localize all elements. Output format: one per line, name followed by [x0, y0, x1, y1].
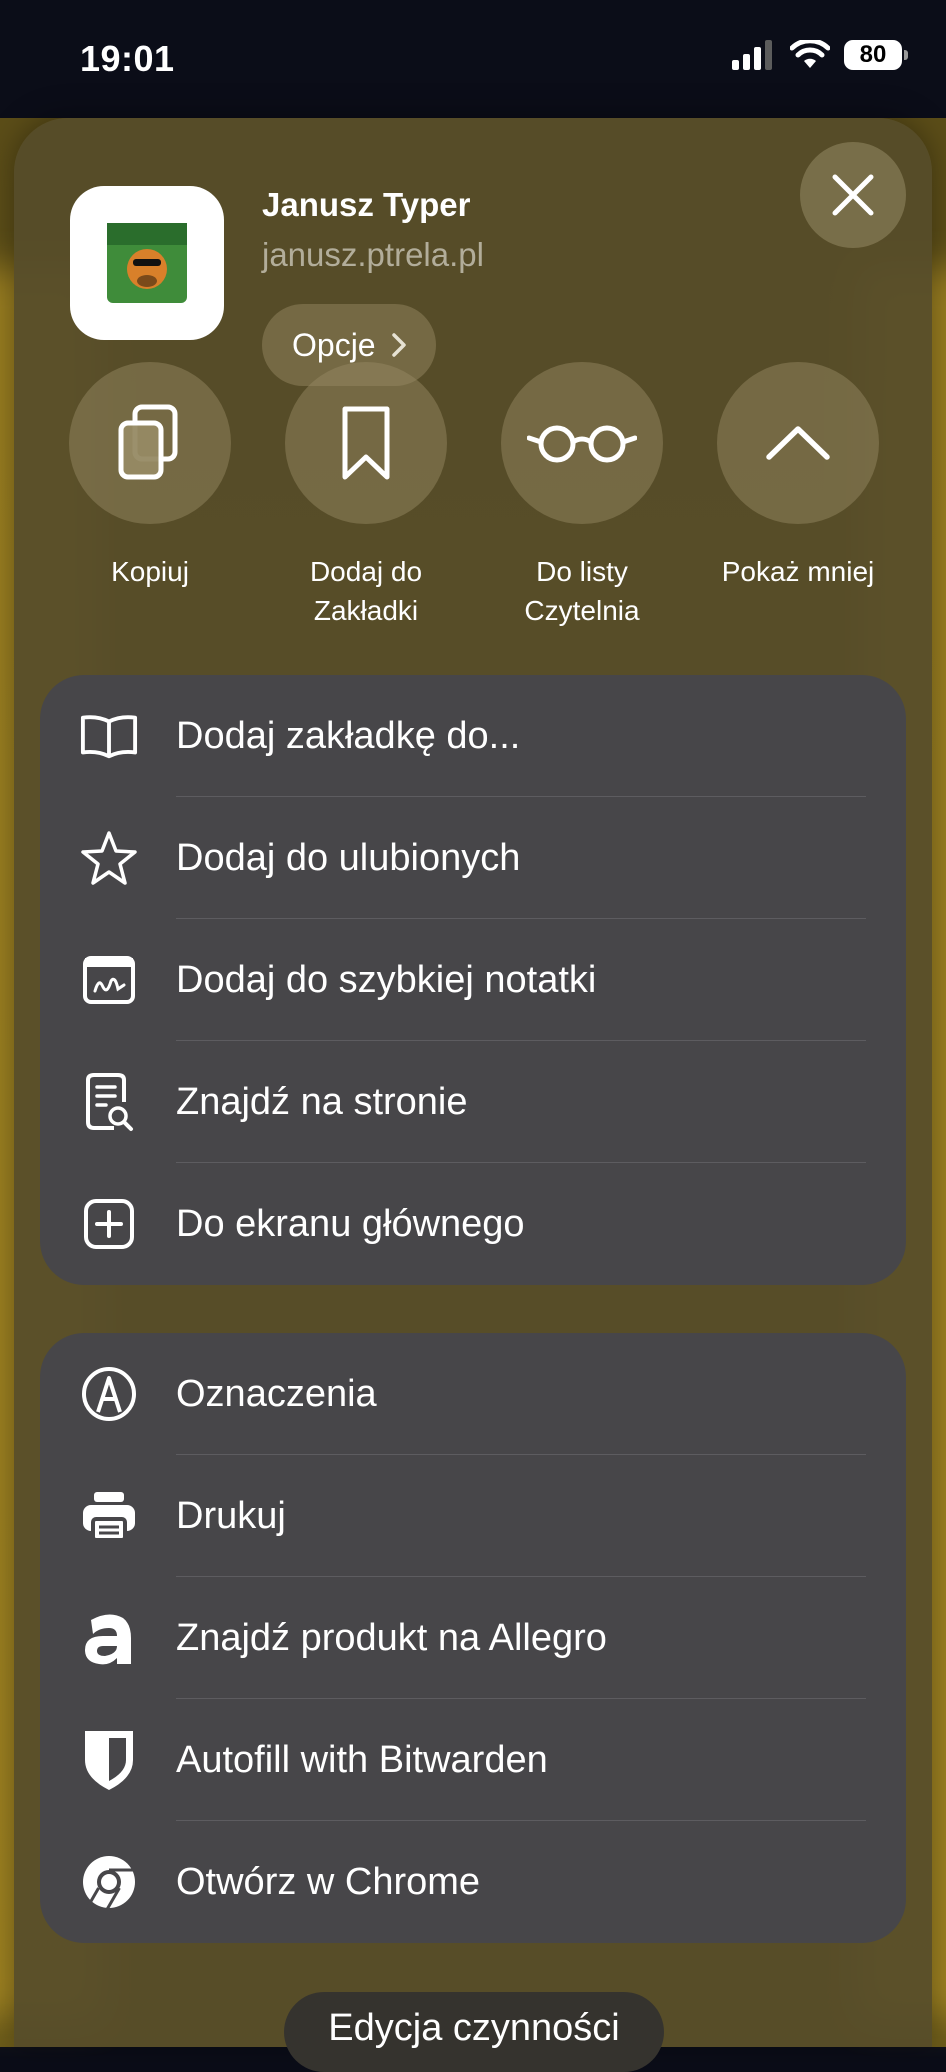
menu-item-label: Dodaj do ulubionych — [176, 836, 521, 879]
allegro-icon — [80, 1609, 138, 1667]
reading-glasses-icon — [527, 425, 637, 463]
action-label: Dodaj do Zakładki — [309, 556, 423, 626]
menu-item-label: Otwórz w Chrome — [176, 1860, 481, 1903]
bitwarden-shield-icon — [80, 1731, 138, 1790]
copy-button[interactable] — [69, 362, 231, 524]
status-bar: 19:01 80 — [0, 0, 946, 118]
janusz-typer-logo-icon — [107, 223, 187, 303]
menu-item-label: Dodaj do szybkiej notatki — [176, 958, 597, 1001]
menu-item-label: Dodaj zakładkę do... — [176, 714, 521, 757]
menu-item-quick-note[interactable]: Dodaj do szybkiej notatki — [40, 919, 906, 1041]
menu-card-secondary: Oznaczenia Drukuj Znajdź produkt na Alle… — [40, 1333, 906, 1943]
book-icon — [80, 707, 138, 765]
action-reading-list[interactable]: Do listy Czytelnia — [492, 362, 672, 630]
menu-item-markup[interactable]: Oznaczenia — [40, 1333, 906, 1455]
show-less-button[interactable] — [717, 362, 879, 524]
wifi-icon — [790, 40, 830, 68]
battery-indicator: 80 — [844, 40, 908, 70]
action-add-bookmark[interactable]: Dodaj do Zakładki — [276, 362, 456, 630]
bookmark-button[interactable] — [285, 362, 447, 524]
cellular-signal-icon — [732, 40, 772, 70]
action-show-less[interactable]: Pokaż mniej — [708, 362, 888, 591]
find-on-page-icon — [80, 1073, 138, 1131]
menu-item-open-in-chrome[interactable]: Otwórz w Chrome — [40, 1821, 906, 1943]
add-square-icon — [80, 1195, 138, 1253]
menu-item-label: Drukuj — [176, 1494, 286, 1537]
menu-item-allegro[interactable]: Znajdź produkt na Allegro — [40, 1577, 906, 1699]
menu-item-label: Do ekranu głównego — [176, 1202, 525, 1245]
site-icon — [70, 186, 224, 340]
menu-item-add-to-favorites[interactable]: Dodaj do ulubionych — [40, 797, 906, 919]
status-time: 19:01 — [80, 38, 175, 79]
site-url: janusz.ptrela.pl — [262, 236, 484, 273]
reading-list-button[interactable] — [501, 362, 663, 524]
menu-item-label: Znajdź produkt na Allegro — [176, 1616, 607, 1659]
action-label: Do listy Czytelnia — [524, 556, 640, 626]
menu-item-add-to-home-screen[interactable]: Do ekranu głównego — [40, 1163, 906, 1285]
edit-actions-button[interactable]: Edycja czynności — [284, 1992, 664, 2072]
menu-item-print[interactable]: Drukuj — [40, 1455, 906, 1577]
action-label: Pokaż mniej — [721, 556, 875, 587]
close-button[interactable] — [800, 142, 906, 248]
chevron-up-icon — [766, 426, 830, 460]
menu-item-label: Oznaczenia — [176, 1372, 377, 1415]
action-label: Kopiuj — [111, 556, 189, 587]
star-icon — [80, 829, 138, 887]
quick-note-icon — [80, 951, 138, 1009]
action-copy[interactable]: Kopiuj — [60, 362, 240, 591]
menu-item-find-on-page[interactable]: Znajdź na stronie — [40, 1041, 906, 1163]
markup-icon — [80, 1365, 138, 1423]
printer-icon — [80, 1487, 138, 1545]
chrome-icon — [80, 1853, 138, 1911]
status-indicators: 80 — [732, 40, 908, 70]
menu-item-add-bookmark-to[interactable]: Dodaj zakładkę do... — [40, 675, 906, 797]
site-title: Janusz Typer — [262, 186, 471, 223]
copy-icon — [118, 404, 178, 480]
bookmark-icon — [342, 406, 390, 480]
close-icon — [832, 174, 874, 216]
chevron-right-icon — [391, 333, 406, 357]
menu-card-primary: Dodaj zakładkę do... Dodaj do ulubionych… — [40, 675, 906, 1285]
options-label: Opcje — [292, 326, 376, 363]
menu-item-label: Znajdź na stronie — [176, 1080, 468, 1123]
menu-item-bitwarden[interactable]: Autofill with Bitwarden — [40, 1699, 906, 1821]
menu-item-label: Autofill with Bitwarden — [176, 1738, 548, 1781]
